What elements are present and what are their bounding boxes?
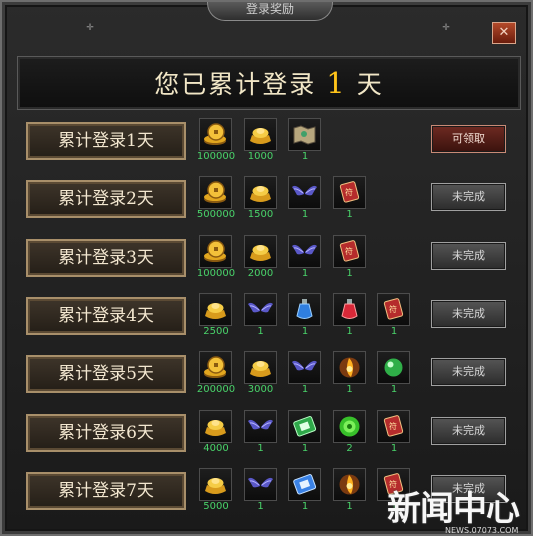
- item-quantity: 1: [390, 325, 398, 337]
- green-ticket-icon: [288, 409, 321, 443]
- green-gem-icon: [332, 409, 366, 443]
- login-count-header: 您已累计登录 1 天: [17, 56, 521, 110]
- reward-row: 累计登录4天 2500 1 1 1 符 1 未完成: [16, 292, 521, 338]
- item-quantity: 1: [346, 209, 353, 221]
- red-scroll-icon: 符: [377, 292, 410, 326]
- day-label-button[interactable]: 累计登录4天: [26, 296, 186, 335]
- incomplete-button[interactable]: 未完成: [431, 241, 506, 270]
- item-quantity: 1: [346, 267, 353, 279]
- login-day-count: 1: [326, 66, 347, 100]
- claim-button[interactable]: 可领取: [431, 125, 506, 153]
- reward-item[interactable]: 符1: [330, 234, 370, 280]
- red-scroll-icon: 符: [332, 234, 366, 268]
- blue-ticket-icon: [288, 467, 321, 501]
- svg-text:符: 符: [389, 479, 397, 489]
- header-suffix: 天: [356, 70, 384, 99]
- reward-item[interactable]: 符1: [374, 409, 414, 455]
- svg-text:符: 符: [345, 246, 353, 256]
- day-label-button[interactable]: 累计登录7天: [26, 471, 186, 510]
- gold-coin-icon: [199, 351, 232, 385]
- incomplete-button[interactable]: 未完成: [431, 416, 506, 445]
- reward-row: 累计登录1天 100000 1000 1 可领取: [16, 117, 521, 163]
- watermark: 新闻中心 NEWS.07073.COM: [387, 489, 532, 535]
- item-quantity: 1: [390, 442, 398, 454]
- green-orb-icon: [377, 351, 410, 385]
- day-label-button[interactable]: 累计登录5天: [26, 355, 186, 394]
- red-potion-icon: [332, 292, 366, 326]
- day-label-button[interactable]: 累计登录6天: [26, 413, 186, 452]
- item-quantity: 1: [390, 384, 398, 396]
- close-button[interactable]: ✕: [492, 22, 516, 44]
- header-prefix: 您已累计登录: [154, 70, 317, 99]
- day-label-button[interactable]: 累计登录2天: [26, 180, 186, 219]
- item-quantity: 1: [301, 151, 309, 162]
- rivet-right-icon: ✛: [442, 23, 450, 33]
- red-scroll-icon: 符: [377, 409, 410, 443]
- watermark-url: NEWS.07073.COM: [445, 526, 519, 535]
- incomplete-button[interactable]: 未完成: [431, 183, 506, 212]
- svg-text:符: 符: [345, 187, 353, 197]
- gold-ingot-icon: [243, 118, 277, 151]
- gold-ingot-icon: [243, 351, 277, 385]
- reward-item[interactable]: 符1: [330, 175, 370, 221]
- login-reward-window: 登录奖励 ✛ ✛ ✕ 您已累计登录 1 天 累计登录1天 100000 1000 1 可领取…: [0, 0, 533, 536]
- reward-row: 累计登录2天 500000 1500 1 符 1 未完成: [16, 175, 521, 221]
- treasure-map-icon: [288, 118, 321, 151]
- gold-ingot-icon: [243, 176, 277, 210]
- reward-list: 累计登录1天 100000 1000 1 可领取 累计登录2天 500000 1500 1 符 1 未…: [16, 117, 521, 527]
- svg-text:符: 符: [389, 304, 397, 314]
- fire-rune-icon: [332, 351, 366, 385]
- incomplete-button[interactable]: 未完成: [431, 358, 506, 387]
- gold-ingot-icon: [243, 234, 277, 268]
- gold-coin-icon: [199, 176, 232, 210]
- reward-item[interactable]: 1: [374, 350, 414, 396]
- gold-coin-icon: [199, 118, 232, 151]
- day-label-button[interactable]: 累计登录3天: [26, 238, 186, 277]
- reward-item[interactable]: 1: [285, 117, 325, 163]
- reward-row: 累计登录6天 4000 1 1 2 符 1 未完成: [16, 409, 521, 455]
- blue-potion-icon: [288, 292, 321, 326]
- reward-row: 累计登录3天 100000 2000 1 符 1 未完成: [16, 234, 521, 280]
- wings-icon: [243, 292, 277, 326]
- wings-icon: [288, 234, 321, 268]
- day-label-button[interactable]: 累计登录1天: [26, 122, 186, 160]
- wings-icon: [243, 409, 277, 443]
- red-scroll-icon: 符: [332, 176, 366, 210]
- reward-item[interactable]: 符1: [374, 292, 414, 338]
- svg-text:符: 符: [389, 421, 397, 431]
- rivet-left-icon: ✛: [86, 23, 94, 33]
- wings-icon: [288, 176, 321, 210]
- fire-rune-icon: [332, 467, 366, 501]
- gold-ingot-icon: [199, 292, 232, 326]
- wings-icon: [243, 467, 277, 501]
- gold-ingot-icon: [199, 467, 232, 501]
- reward-row: 累计登录5天 200000 3000 1 1 1 未完成: [16, 350, 521, 396]
- watermark-text: 新闻中心: [387, 489, 520, 529]
- gold-coin-icon: [199, 234, 232, 268]
- wings-icon: [288, 351, 321, 385]
- gold-ingot-icon: [199, 409, 232, 443]
- window-title: 登录奖励: [207, 2, 333, 21]
- incomplete-button[interactable]: 未完成: [431, 299, 506, 328]
